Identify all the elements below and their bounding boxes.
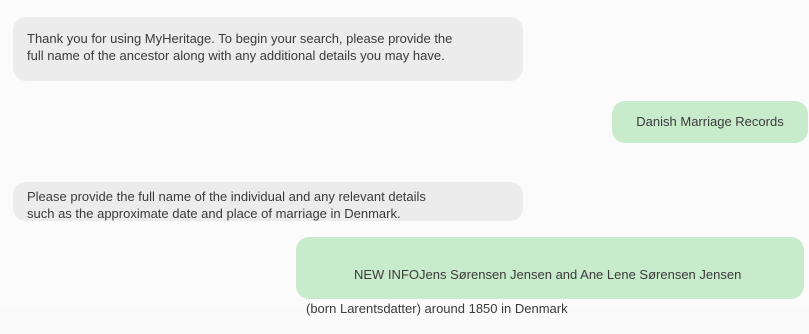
user-message-line: (born Larentsdatter) around 1850 in Denm… [306,301,568,316]
assistant-message: Please provide the full name of the indi… [13,182,523,221]
assistant-message: Thank you for using MyHeritage. To begin… [13,17,523,81]
user-message: NEW INFOJens Sørensen Jensen and Ane Len… [296,237,804,316]
chat-transcript: Thank you for using MyHeritage. To begin… [0,0,809,316]
user-message: Danish Marriage Records [612,101,808,143]
user-message-line: NEW INFOJens Sørensen Jensen and Ane Len… [354,267,742,282]
